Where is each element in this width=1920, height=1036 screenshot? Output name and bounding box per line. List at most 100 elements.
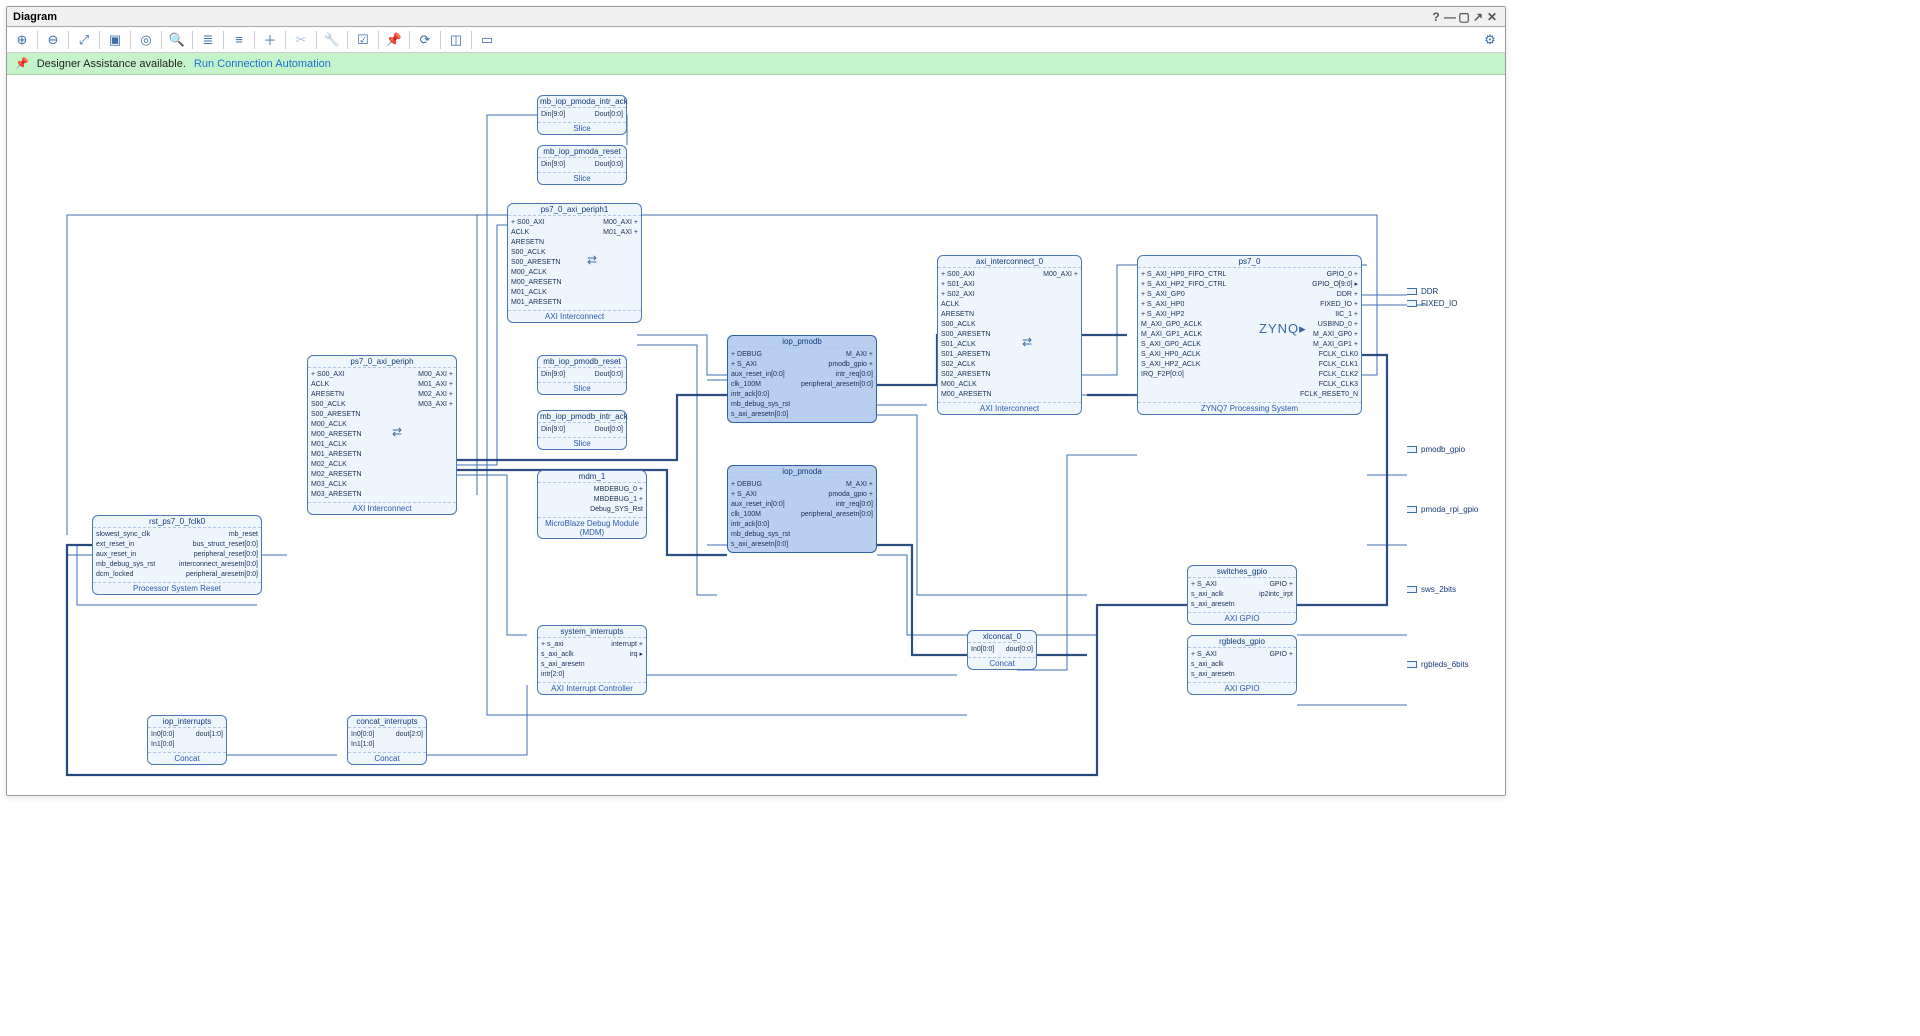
port-label[interactable]: dout[1:0] — [190, 730, 223, 740]
port-label[interactable]: S00_ACLK — [511, 248, 572, 258]
port-label[interactable]: s_axi_aresetn[0:0] — [731, 540, 795, 550]
port-label[interactable]: pmoda_gpio + — [801, 490, 873, 500]
port-label[interactable]: M00_AXI + — [385, 370, 453, 380]
port-label[interactable]: dout[2:0] — [390, 730, 423, 740]
port-label[interactable]: mb_debug_sys_rst — [96, 560, 173, 570]
zoom-fit-button[interactable]: ⤢ — [73, 29, 95, 51]
port-label[interactable]: + S02_AXI — [941, 290, 1007, 300]
port-rgbleds-6bits[interactable]: rgbleds_6bits — [1407, 660, 1469, 669]
port-label[interactable]: GPIO + — [1245, 650, 1293, 660]
block-axi-periph1[interactable]: ps7_0_axi_periph1 + S00_AXIACLKARESETNS0… — [507, 203, 642, 323]
port-label[interactable]: + S_AXI — [731, 490, 795, 500]
port-label[interactable]: ACLK — [941, 300, 1007, 310]
port-label[interactable]: IRQ_F2P[0:0] — [1141, 370, 1247, 380]
port-label[interactable]: s_axi_aresetn — [1191, 670, 1239, 680]
port-label[interactable]: Debug_SYS_Rst — [590, 505, 643, 515]
port-label[interactable]: M_AXI_GP0_ACLK — [1141, 320, 1247, 330]
port-label[interactable]: + S_AXI_HP2 — [1141, 310, 1247, 320]
port-label[interactable]: + S_AXI_GP0 — [1141, 290, 1247, 300]
port-label[interactable]: S00_ACLK — [941, 320, 1007, 330]
port-label[interactable]: FIXED_IO + — [1253, 300, 1359, 310]
layout-button[interactable]: ◫ — [445, 29, 467, 51]
port-label[interactable]: clk_100M — [731, 380, 795, 390]
port-label[interactable]: S_AXI_HP0_ACLK — [1141, 350, 1247, 360]
block-slice1[interactable]: mb_iop_pmoda_intr_ack Din[9:0] Dout[0:0]… — [537, 95, 627, 135]
port-fixed-io[interactable]: FIXED_IO — [1407, 299, 1457, 308]
port-label[interactable]: M_AXI + — [801, 480, 873, 490]
popout-icon[interactable]: ↗ — [1471, 10, 1485, 24]
port-label[interactable]: mb_debug_sys_rst — [731, 400, 795, 410]
port-label[interactable]: FCLK_CLK0 — [1253, 350, 1359, 360]
port-label[interactable]: GPIO + — [1245, 580, 1293, 590]
port-label[interactable]: ip2intc_irpt — [1245, 590, 1293, 600]
port-label[interactable]: M03_ACLK — [311, 480, 379, 490]
port-label[interactable]: intr_req[0:0] — [801, 500, 873, 510]
port-label[interactable]: dcm_locked — [96, 570, 173, 580]
block-diagram-canvas[interactable]: mb_iop_pmoda_intr_ack Din[9:0] Dout[0:0]… — [7, 75, 1505, 795]
block-slice4[interactable]: mb_iop_pmodb_intr_ack Din[9:0] Dout[0:0]… — [537, 410, 627, 450]
port-label[interactable]: intr_ack[0:0] — [731, 520, 795, 530]
port-label[interactable]: intr_ack[0:0] — [731, 390, 795, 400]
port-label[interactable]: S02_ARESETN — [941, 370, 1007, 380]
port-label[interactable]: peripheral_aresetn[0:0] — [179, 570, 258, 580]
port-pmodb-gpio[interactable]: pmodb_gpio — [1407, 445, 1465, 454]
port-label[interactable]: + S00_AXI — [311, 370, 379, 380]
port-label[interactable]: In0[0:0] — [971, 645, 999, 655]
port-label[interactable]: + S_AXI — [731, 360, 795, 370]
port-label[interactable]: M00_ACLK — [511, 268, 572, 278]
port-label[interactable]: S_AXI_HP2_ACLK — [1141, 360, 1247, 370]
port-label[interactable]: ARESETN — [311, 390, 379, 400]
block-slice2[interactable]: mb_iop_pmoda_reset Din[9:0] Dout[0:0] Sl… — [537, 145, 627, 185]
block-rgbleds-gpio[interactable]: rgbleds_gpio + S_AXIs_axi_aclks_axi_ares… — [1187, 635, 1297, 695]
port-label[interactable]: S00_ARESETN — [311, 410, 379, 420]
port-label[interactable]: ACLK — [311, 380, 379, 390]
port-label[interactable]: ARESETN — [941, 310, 1007, 320]
port-label[interactable]: FCLK_RESET0_N — [1253, 390, 1359, 400]
port-label[interactable]: ACLK — [511, 228, 572, 238]
port-label[interactable]: dout[0:0] — [1005, 645, 1033, 655]
port-label[interactable]: s_axi_aresetn — [1191, 600, 1239, 610]
block-mdm1[interactable]: mdm_1 MBDEBUG_0 +MBDEBUG_1 +Debug_SYS_Rs… — [537, 470, 647, 539]
port-label[interactable]: s_axi_aclk — [541, 650, 589, 660]
port-label[interactable]: M00_ACLK — [311, 420, 379, 430]
settings-button[interactable]: ⚙ — [1479, 29, 1501, 51]
port-label[interactable]: M02_ACLK — [311, 460, 379, 470]
port-label[interactable]: slowest_sync_clk — [96, 530, 173, 540]
port-label[interactable]: bus_struct_reset[0:0] — [179, 540, 258, 550]
close-icon[interactable]: ✕ — [1485, 10, 1499, 24]
port-label[interactable]: ARESETN — [511, 238, 572, 248]
cut-button[interactable]: ✂ — [290, 29, 312, 51]
port-pmoda-rpi-gpio[interactable]: pmoda_rpi_gpio — [1407, 505, 1478, 514]
port-label[interactable]: S_AXI_GP0_ACLK — [1141, 340, 1247, 350]
port-label[interactable]: + DEBUG — [731, 480, 795, 490]
port-label[interactable]: + S01_AXI — [941, 280, 1007, 290]
search-button[interactable]: 🔍 — [166, 29, 188, 51]
port-label[interactable]: M00_ARESETN — [941, 390, 1007, 400]
collapse-button[interactable]: ≣ — [197, 29, 219, 51]
port-label[interactable]: mb_reset — [179, 530, 258, 540]
port-label[interactable]: + DEBUG — [731, 350, 795, 360]
block-rst-ps7[interactable]: rst_ps7_0_fclk0 slowest_sync_clkext_rese… — [92, 515, 262, 595]
port-label[interactable]: M01_AXI + — [578, 228, 639, 238]
port-label[interactable]: aux_reset_in — [96, 550, 173, 560]
port-label[interactable]: IIC_1 + — [1253, 310, 1359, 320]
port-label[interactable]: clk_100M — [731, 510, 795, 520]
block-iop-interrupts[interactable]: iop_interrupts In0[0:0]In1[0:0]dout[1:0]… — [147, 715, 227, 765]
titlebar[interactable]: Diagram ? — ▢ ↗ ✕ — [7, 7, 1505, 27]
block-ps7[interactable]: ps7_0 + S_AXI_HP0_FIFO_CTRL+ S_AXI_HP2_F… — [1137, 255, 1362, 415]
port-label[interactable]: aux_reset_in[0:0] — [731, 500, 795, 510]
port-label[interactable]: M03_AXI + — [385, 400, 453, 410]
port-sws-2bits[interactable]: sws_2bits — [1407, 585, 1456, 594]
block-iop-pmodb[interactable]: iop_pmodb + DEBUG+ S_AXIaux_reset_in[0:0… — [727, 335, 877, 423]
port-label[interactable]: mb_debug_sys_rst — [731, 530, 795, 540]
port-label[interactable]: M_AXI_GP1_ACLK — [1141, 330, 1247, 340]
port-label[interactable]: FCLK_CLK3 — [1253, 380, 1359, 390]
port-label[interactable]: peripheral_reset[0:0] — [179, 550, 258, 560]
port-label[interactable]: ext_reset_in — [96, 540, 173, 550]
port-label[interactable]: M00_AXI + — [578, 218, 639, 228]
create-hier-button[interactable]: ▭ — [476, 29, 498, 51]
run-connection-automation-link[interactable]: Run Connection Automation — [194, 58, 331, 70]
port-label[interactable]: FCLK_CLK2 — [1253, 370, 1359, 380]
block-axi-periph[interactable]: ps7_0_axi_periph + S00_AXIACLKARESETNS00… — [307, 355, 457, 515]
port-label[interactable]: M01_ACLK — [311, 440, 379, 450]
